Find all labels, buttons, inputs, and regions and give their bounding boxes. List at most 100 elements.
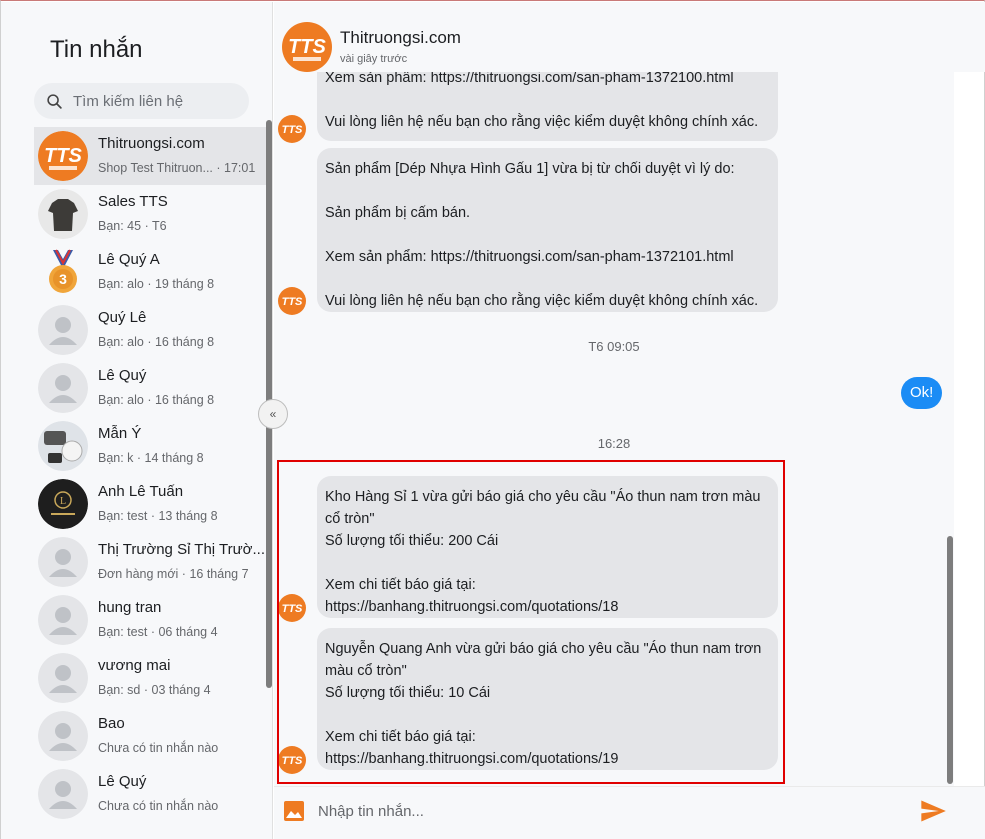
contact-item[interactable]: Lê Quý Chưa có tin nhắn nào — [34, 765, 266, 823]
contact-preview-text: Bạn: k — [98, 451, 134, 465]
contact-time: T6 — [151, 219, 167, 233]
message-bubble: Xem sản phẩm: https://thitruongsi.com/sa… — [317, 72, 778, 141]
contact-item[interactable]: Sales TTS Bạn: 45 · T6 — [34, 185, 266, 243]
sidebar-title: Tin nhắn — [50, 36, 143, 63]
conversation-sidebar: Tin nhắn TTS Thitruongsi.com Shop Test Thi… — [1, 2, 273, 839]
contact-preview-text: Đơn hàng mới — [98, 567, 179, 581]
contact-preview-text: Shop Test Thitruon... — [98, 161, 213, 175]
contact-item[interactable]: TTS Thitruongsi.com Shop Test Thitruon... … — [34, 127, 266, 185]
svg-text:TTS: TTS — [44, 145, 82, 167]
contact-item[interactable]: hung tran Bạn: test · 06 tháng 4 — [34, 591, 266, 649]
contact-preview-text: Bạn: alo — [98, 277, 144, 291]
contact-preview: Chưa có tin nhắn nào — [98, 738, 266, 758]
separator: · — [143, 335, 155, 349]
default-user-icon — [38, 711, 88, 761]
contact-time: 16 tháng 7 — [189, 567, 249, 581]
message-input[interactable] — [318, 799, 898, 823]
contact-avatar: 3 — [38, 247, 88, 297]
default-user-icon — [38, 363, 88, 413]
contact-text: Lê Quý Chưa có tin nhắn nào — [98, 772, 266, 816]
contact-name: Anh Lê Tuấn — [98, 483, 184, 500]
chat-avatar[interactable]: TTS — [282, 22, 332, 72]
contact-list: TTS Thitruongsi.com Shop Test Thitruon... … — [34, 127, 266, 823]
contact-name: Lê Quý — [98, 773, 147, 790]
contact-text: Thitruongsi.com Shop Test Thitruon... · 1… — [98, 134, 266, 178]
my-message-bubble: Ok! — [901, 377, 943, 409]
chat-scrollbar[interactable] — [947, 536, 953, 784]
separator: · — [143, 277, 155, 291]
contact-avatar: L — [38, 479, 88, 529]
contact-preview: Shop Test Thitruon... · 17:01 — [98, 158, 266, 178]
contact-avatar — [38, 305, 88, 355]
svg-text:TTS: TTS — [282, 296, 303, 308]
separator: · — [178, 567, 190, 581]
contact-preview-text: Bạn: sd — [98, 683, 141, 697]
contact-preview-text: Bạn: 45 — [98, 219, 142, 233]
contact-avatar — [38, 421, 88, 471]
contact-item[interactable]: Bao Chưa có tin nhắn nào — [34, 707, 266, 765]
contact-preview: Bạn: alo · 19 tháng 8 — [98, 274, 266, 294]
contact-text: Bao Chưa có tin nhắn nào — [98, 714, 266, 758]
contact-preview: Đơn hàng mới · 16 tháng 7 — [98, 564, 266, 584]
chat-contact-status: vài giây trước — [340, 53, 408, 65]
contact-name: Thitruongsi.com — [98, 135, 205, 152]
contact-name: Sales TTS — [98, 193, 168, 210]
contact-text: Lê Quý Bạn: alo · 16 tháng 8 — [98, 366, 266, 410]
contact-preview: Bạn: k · 14 tháng 8 — [98, 448, 266, 468]
contact-search-box[interactable] — [34, 83, 249, 119]
svg-text:TTS: TTS — [282, 755, 303, 767]
contact-name: Bao — [98, 715, 125, 732]
contact-preview-text: Bạn: alo — [98, 335, 144, 349]
contact-avatar: TTS — [38, 131, 88, 181]
default-user-icon — [38, 769, 88, 819]
default-user-icon — [38, 595, 88, 645]
contact-item[interactable]: L Anh Lê Tuấn Bạn: test · 13 tháng 8 — [34, 475, 266, 533]
contact-time: 14 tháng 8 — [144, 451, 204, 465]
contact-time: 06 tháng 4 — [158, 625, 218, 639]
contact-item[interactable]: Quý Lê Bạn: alo · 16 tháng 8 — [34, 301, 266, 359]
contact-preview: Bạn: test · 06 tháng 4 — [98, 622, 266, 642]
contact-search-input[interactable] — [73, 92, 233, 110]
contact-item[interactable]: Lê Quý Bạn: alo · 16 tháng 8 — [34, 359, 266, 417]
separator: · — [141, 219, 152, 233]
collapse-sidebar-button[interactable]: « — [258, 399, 288, 429]
chat-header: TTS Thitruongsi.com vài giây trước — [274, 2, 985, 72]
image-upload-icon[interactable] — [282, 799, 306, 823]
contact-preview: Bạn: sd · 03 tháng 4 — [98, 680, 266, 700]
contact-avatar — [38, 653, 88, 703]
separator: · — [133, 451, 145, 465]
contact-text: Anh Lê Tuấn Bạn: test · 13 tháng 8 — [98, 482, 266, 526]
contact-text: Sales TTS Bạn: 45 · T6 — [98, 192, 266, 236]
contact-avatar — [38, 363, 88, 413]
contact-name: Lê Quý — [98, 367, 147, 384]
contact-text: Mẫn Ý Bạn: k · 14 tháng 8 — [98, 424, 266, 468]
contact-time: 19 tháng 8 — [154, 277, 215, 291]
contact-name: Mẫn Ý — [98, 425, 142, 442]
contact-avatar — [38, 189, 88, 239]
svg-text:L: L — [60, 496, 66, 507]
contact-avatar — [38, 595, 88, 645]
contact-time: 17:01 — [224, 161, 256, 175]
timestamp-divider: 16:28 — [597, 436, 631, 451]
contact-avatar — [38, 769, 88, 819]
tts-logo-icon: TTS — [282, 22, 332, 72]
contact-text: hung tran Bạn: test · 06 tháng 4 — [98, 598, 266, 642]
contact-text: vương mai Bạn: sd · 03 tháng 4 — [98, 656, 266, 700]
svg-text:TTS: TTS — [282, 603, 303, 615]
contact-preview: Bạn: alo · 16 tháng 8 — [98, 332, 266, 352]
search-icon — [47, 93, 62, 109]
contact-item[interactable]: Thị Trường Sỉ Thị Trườ... Đơn hàng mới · … — [34, 533, 266, 591]
contact-preview: Bạn: test · 13 tháng 8 — [98, 506, 266, 526]
contact-time: 16 tháng 8 — [154, 335, 215, 349]
send-icon[interactable] — [919, 797, 947, 825]
contact-item[interactable]: vương mai Bạn: sd · 03 tháng 4 — [34, 649, 266, 707]
contact-item[interactable]: 3 Lê Quý A Bạn: alo · 19 tháng 8 — [34, 243, 266, 301]
contact-preview: Chưa có tin nhắn nào — [98, 796, 266, 816]
contact-text: Lê Quý A Bạn: alo · 19 tháng 8 — [98, 250, 266, 294]
contact-name: Lê Quý A — [98, 251, 160, 268]
contact-preview-text: Bạn: alo — [98, 393, 144, 407]
separator: · — [212, 161, 224, 175]
contact-item[interactable]: Mẫn Ý Bạn: k · 14 tháng 8 — [34, 417, 266, 475]
message-bubble: Nguyễn Quang Anh vừa gửi báo giá cho yêu… — [317, 628, 778, 770]
sender-avatar-icon: TTS — [278, 287, 306, 315]
